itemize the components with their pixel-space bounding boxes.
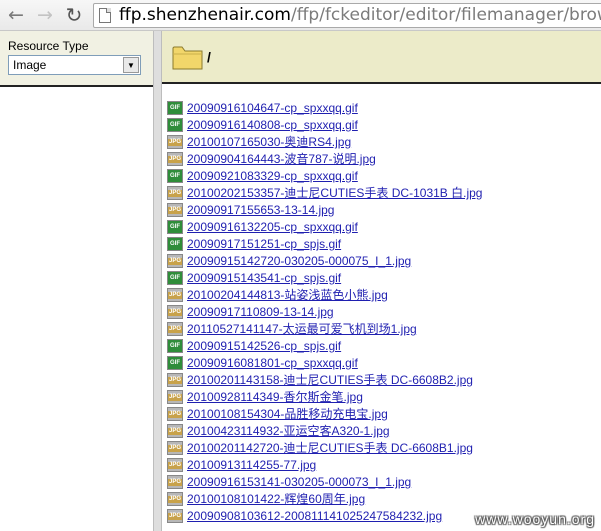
file-type-tag: GIF [170,224,180,230]
url-path: /ffp/fckeditor/editor/filemanager/browse… [290,5,601,25]
file-link[interactable]: 20100201142720-迪士尼CUTIES手表 DC-6608B1.jpg [187,440,473,456]
back-arrow-icon[interactable]: ← [4,3,28,27]
jpg-file-icon[interactable]: JPG [167,305,183,319]
watermark: www.wooyun.org [475,511,595,527]
gif-file-icon[interactable]: GIF [167,220,183,234]
file-type-tag: GIF [170,173,180,179]
file-type-tag: JPG [168,462,182,469]
file-type-tag: JPG [168,496,182,503]
file-type-tag: JPG [168,394,182,401]
file-link[interactable]: 20100108154304-品胜移动充电宝.jpg [187,406,388,422]
file-type-tag: JPG [168,428,182,435]
gif-file-icon[interactable]: GIF [167,169,183,183]
jpg-file-icon[interactable]: JPG [167,135,183,149]
jpg-file-icon[interactable]: JPG [167,475,183,489]
file-type-tag: JPG [168,479,182,486]
file-type-tag: JPG [168,411,182,418]
jpg-file-icon[interactable]: JPG [167,441,183,455]
file-type-tag: GIF [170,105,180,111]
file-link[interactable]: 20090917151251-cp_spjs.gif [187,236,341,252]
file-type-tag: JPG [168,377,182,384]
file-link[interactable]: 20100201143158-迪士尼CUTIES手表 DC-6608B2.jpg [187,372,473,388]
current-path: / [207,49,211,65]
page-icon [99,8,111,23]
file-link[interactable]: 20100928114349-香尔斯金笔.jpg [187,389,363,405]
file-type-tag: JPG [168,156,182,163]
forward-arrow-icon[interactable]: → [33,3,57,27]
folder-path-bar: / [162,31,601,84]
file-list-area: GIF 20090916104647-cp_spxxqq.gif GIF 200909… [162,86,601,531]
resource-type-select[interactable]: Image ▼ [8,55,141,75]
file-type-tag: JPG [168,190,182,197]
jpg-file-icon[interactable]: JPG [167,424,183,438]
jpg-file-icon[interactable]: JPG [167,322,183,336]
gif-file-icon[interactable]: GIF [167,237,183,251]
reload-icon[interactable]: ↻ [62,3,86,27]
jpg-file-icon[interactable]: JPG [167,509,183,523]
file-type-tag: GIF [170,275,180,281]
jpg-file-icon[interactable]: JPG [167,254,183,268]
file-link[interactable]: 20090916081801-cp_spxxqq.gif [187,355,358,371]
gif-file-icon[interactable]: GIF [167,118,183,132]
file-link[interactable]: 20090916104647-cp_spxxqq.gif [187,100,358,116]
gif-file-icon[interactable]: GIF [167,271,183,285]
resource-type-label: Resource Type [8,39,89,53]
file-link[interactable]: 20110527141147-太运最可爱飞机到场1.jpg [187,321,417,337]
jpg-file-icon[interactable]: JPG [167,186,183,200]
file-link[interactable]: 20090916153141-030205-000073_I_1.jpg [187,474,411,490]
jpg-file-icon[interactable]: JPG [167,407,183,421]
file-link[interactable]: 20090915142720-030205-000075_I_1.jpg [187,253,411,269]
file-link[interactable]: 20090904164443-波音787-说明.jpg [187,151,376,167]
jpg-file-icon[interactable]: JPG [167,390,183,404]
resource-panel: Resource Type Image ▼ [0,31,153,531]
jpg-file-icon[interactable]: JPG [167,492,183,506]
file-link[interactable]: 20090917110809-13-14.jpg [187,304,334,320]
address-bar[interactable]: ffp.shenzhenair.com/ffp/fckeditor/editor… [93,3,601,28]
frame-divider[interactable] [153,31,162,531]
file-type-tag: GIF [170,343,180,349]
file-type-tag: GIF [170,241,180,247]
folder-icon[interactable] [171,42,205,72]
jpg-file-icon[interactable]: JPG [167,458,183,472]
browser-toolbar: ← → ↻ ffp.shenzhenair.com/ffp/fckeditor/… [0,0,601,31]
file-type-tag: JPG [168,258,182,265]
jpg-file-icon[interactable]: JPG [167,152,183,166]
resource-type-value: Image [13,58,47,72]
file-type-tag: GIF [170,122,180,128]
file-type-tag: JPG [168,139,182,146]
file-link[interactable]: 20100108101422-辉煌60周年.jpg [187,491,365,507]
file-type-tag: JPG [168,292,182,299]
file-link[interactable]: 20100423114932-亚运空客A320-1.jpg [187,423,390,439]
gif-file-icon[interactable]: GIF [167,356,183,370]
file-link[interactable]: 20090908103612-20081114102524758423​2.jp… [187,508,442,524]
jpg-file-icon[interactable]: JPG [167,288,183,302]
file-link[interactable]: 20090915143541-cp_spjs.gif [187,270,341,286]
file-type-tag: JPG [168,326,182,333]
file-type-tag: JPG [168,513,182,520]
file-type-tag: JPG [168,207,182,214]
file-link[interactable]: 20100913114255-77.jpg [187,457,316,473]
url-text[interactable]: ffp.shenzhenair.com/ffp/fckeditor/editor… [119,5,601,26]
file-type-tag: JPG [168,309,182,316]
url-host: ffp.shenzhenair.com [119,5,291,25]
jpg-file-icon[interactable]: JPG [167,373,183,387]
gif-file-icon[interactable]: GIF [167,339,183,353]
file-link[interactable]: 20100202153357-迪士尼CUTIES手表 DC-1031B 白.jp… [187,185,482,201]
file-link[interactable]: 20090915142526-cp_spjs.gif [187,338,341,354]
resource-type-area: Resource Type Image ▼ [0,31,153,87]
file-link[interactable]: 20100107165030-奥迪RS4.jpg [187,134,351,150]
file-link[interactable]: 20100204144813-站姿浅蓝色小熊.jpg [187,287,388,303]
file-link[interactable]: 20090921083329-cp_spxxqq.gif [187,168,358,184]
dropdown-arrow-icon[interactable]: ▼ [123,57,139,73]
file-link[interactable]: 20090916132205-cp_spxxqq.gif [187,219,358,235]
file-type-tag: JPG [168,445,182,452]
gif-file-icon[interactable]: GIF [167,101,183,115]
file-link[interactable]: 20090916140808-cp_spxxqq.gif [187,117,358,133]
file-link[interactable]: 20090917155653-13-14.jpg [187,202,334,218]
jpg-file-icon[interactable]: JPG [167,203,183,217]
file-type-tag: GIF [170,360,180,366]
